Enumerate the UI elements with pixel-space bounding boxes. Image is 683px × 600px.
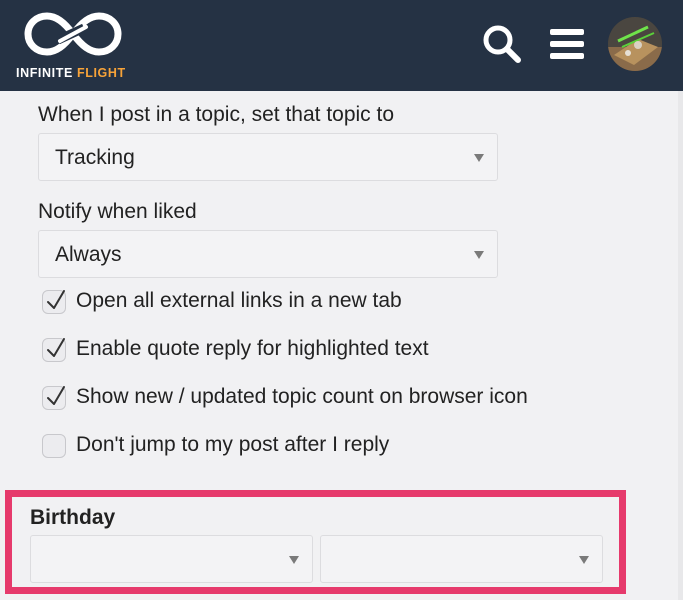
chevron-down-icon xyxy=(474,154,484,162)
notify-liked-select[interactable]: Always xyxy=(38,230,498,278)
notify-liked-value: Always xyxy=(55,243,122,266)
birthday-label: Birthday xyxy=(30,506,116,529)
post-topic-label: When I post in a topic, set that topic t… xyxy=(38,103,395,126)
checkmark-icon xyxy=(47,290,65,309)
menu-button[interactable] xyxy=(546,24,590,64)
checkmark-icon xyxy=(47,338,65,357)
topic-count-checkbox[interactable] xyxy=(42,386,66,410)
search-button[interactable] xyxy=(480,22,524,66)
post-topic-select[interactable]: Tracking xyxy=(38,133,498,181)
dont-jump-checkbox[interactable] xyxy=(42,434,66,458)
logo-word-flight: FLIGHT xyxy=(76,66,126,80)
search-icon xyxy=(483,25,521,63)
external-links-label: Open all external links in a new tab xyxy=(76,289,402,312)
hamburger-menu-icon xyxy=(550,29,584,59)
site-header: INFINITE FLIGHT xyxy=(0,0,683,91)
infinite-flight-logo[interactable]: INFINITE FLIGHT xyxy=(14,10,134,80)
external-links-checkbox[interactable] xyxy=(42,290,66,314)
notify-liked-label: Notify when liked xyxy=(38,200,197,223)
page-scrollbar[interactable] xyxy=(678,91,683,600)
user-avatar[interactable] xyxy=(608,17,662,71)
birthday-day-select[interactable] xyxy=(320,535,603,583)
quote-reply-checkbox[interactable] xyxy=(42,338,66,362)
logo-word-infinite: INFINITE xyxy=(16,66,73,80)
logo-wordmark: INFINITE FLIGHT xyxy=(16,66,126,80)
avatar-image-icon xyxy=(608,17,662,71)
infinity-logo-icon xyxy=(24,12,122,56)
chevron-down-icon xyxy=(289,556,299,564)
checkmark-icon xyxy=(47,386,65,405)
topic-count-label: Show new / updated topic count on browse… xyxy=(76,385,528,408)
quote-reply-label: Enable quote reply for highlighted text xyxy=(76,337,429,360)
post-topic-value: Tracking xyxy=(55,146,135,169)
dont-jump-label: Don't jump to my post after I reply xyxy=(76,433,390,456)
chevron-down-icon xyxy=(474,251,484,259)
chevron-down-icon xyxy=(579,556,589,564)
birthday-month-select[interactable] xyxy=(30,535,313,583)
